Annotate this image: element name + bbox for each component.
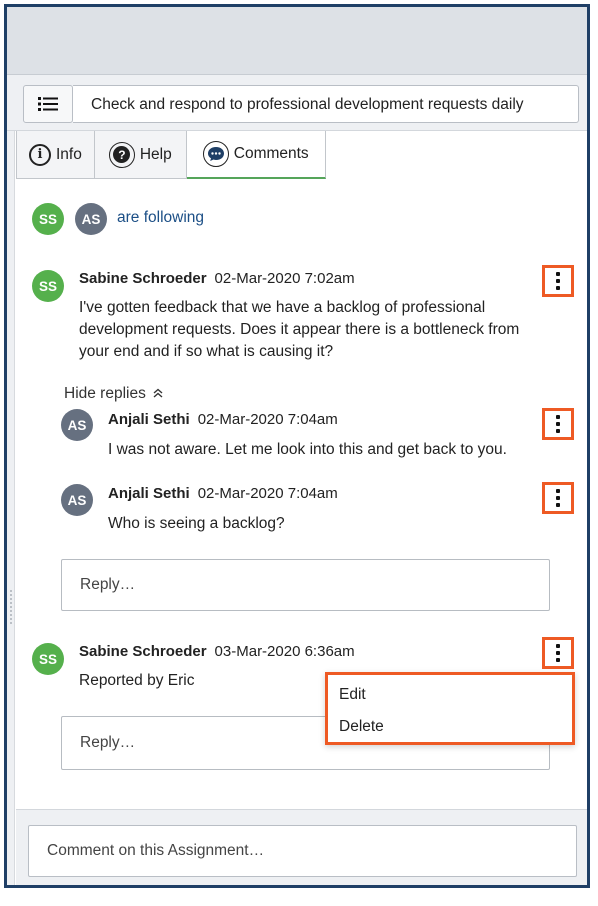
comment-header: Sabine Schroeder 03-Mar-2020 6:36am — [79, 643, 355, 660]
comment-date: 03-Mar-2020 6:36am — [214, 643, 355, 660]
top-bar — [7, 7, 587, 75]
comment-author: Sabine Schroeder — [79, 643, 207, 660]
tab-bar: i Info ? Help Comments — [16, 131, 326, 179]
menu-item-edit[interactable]: Edit — [339, 686, 366, 704]
comment-menu-button[interactable] — [542, 637, 574, 669]
avatar: SS — [32, 270, 64, 302]
followers-link[interactable]: are following — [117, 209, 204, 227]
help-icon: ? — [108, 141, 135, 168]
tab-info-label: Info — [56, 145, 82, 163]
kebab-icon — [556, 272, 560, 290]
info-icon: i — [29, 143, 51, 166]
avatar: AS — [75, 203, 107, 235]
reply-header: Anjali Sethi 02-Mar-2020 7:04am — [108, 485, 338, 502]
comment-text: I've gotten feedback that we have a back… — [79, 297, 519, 363]
reply-header: Anjali Sethi 02-Mar-2020 7:04am — [108, 411, 338, 428]
reply-input[interactable]: Reply… — [61, 559, 550, 611]
reply-author: Anjali Sethi — [108, 411, 190, 428]
task-title: Check and respond to professional develo… — [73, 85, 579, 123]
comment-line: I've gotten feedback that we have a back… — [79, 299, 486, 316]
avatar: AS — [61, 409, 93, 441]
assignment-panel: Check and respond to professional develo… — [4, 4, 590, 888]
menu-item-delete[interactable]: Delete — [339, 718, 384, 736]
comment-menu-button[interactable] — [542, 265, 574, 297]
tab-help[interactable]: ? Help — [94, 131, 187, 179]
tab-comments-label: Comments — [233, 145, 309, 162]
reply-date: 02-Mar-2020 7:04am — [197, 485, 338, 502]
tab-comments[interactable]: Comments — [186, 131, 326, 179]
kebab-icon — [556, 489, 560, 507]
hide-replies-label: Hide replies — [64, 385, 146, 402]
task-list-button[interactable] — [23, 85, 73, 123]
task-row: Check and respond to professional develo… — [7, 75, 587, 131]
reply-date: 02-Mar-2020 7:04am — [197, 411, 338, 428]
reply-menu-button[interactable] — [542, 408, 574, 440]
list-icon — [38, 97, 58, 111]
reply-menu-button[interactable] — [542, 482, 574, 514]
avatar: SS — [32, 643, 64, 675]
left-rail — [7, 131, 15, 885]
kebab-icon — [556, 644, 560, 662]
reply-text: Who is seeing a backlog? — [108, 515, 285, 532]
comment-context-menu: Edit Delete — [325, 672, 575, 745]
comment-author: Sabine Schroeder — [79, 270, 207, 287]
comment-bubble-icon — [202, 141, 229, 167]
comment-text: Reported by Eric — [79, 672, 195, 689]
tab-help-label: Help — [139, 145, 172, 163]
resize-grip-icon[interactable] — [9, 589, 13, 625]
comment-line: your end and if so what is causing it? — [79, 343, 334, 360]
reply-author: Anjali Sethi — [108, 485, 190, 502]
kebab-icon — [556, 415, 560, 433]
chevron-double-up-icon — [153, 388, 163, 398]
avatar: SS — [32, 203, 64, 235]
comment-footer: Comment on this Assignment… — [16, 809, 587, 885]
comment-date: 02-Mar-2020 7:02am — [214, 270, 355, 287]
comment-line: development requests. Does it appear the… — [79, 321, 520, 338]
hide-replies-toggle[interactable]: Hide replies — [64, 385, 163, 403]
reply-text: I was not aware. Let me look into this a… — [108, 441, 507, 458]
comment-input[interactable]: Comment on this Assignment… — [28, 825, 577, 877]
tab-info[interactable]: i Info — [16, 131, 95, 179]
avatar: AS — [61, 484, 93, 516]
comment-header: Sabine Schroeder 02-Mar-2020 7:02am — [79, 270, 355, 287]
